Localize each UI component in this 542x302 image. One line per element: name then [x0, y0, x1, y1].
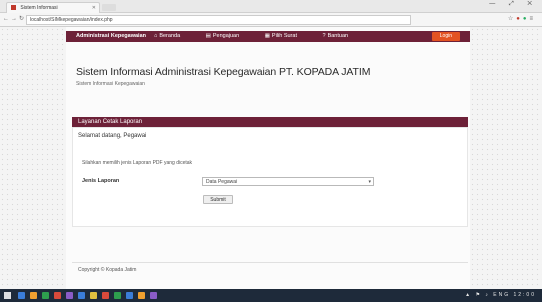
nav-buttons[interactable]: ←→↻: [3, 15, 26, 22]
nav-item-surat-label: Pilih Surat: [271, 33, 297, 39]
browser-titlebar: Sistem Informasi ✕ — ⤢ ✕: [0, 0, 542, 13]
start-icon[interactable]: [4, 292, 11, 299]
close-tab-icon[interactable]: ✕: [92, 3, 96, 13]
system-tray[interactable]: ▲ ⚑ ♪ ENG 12:00: [465, 292, 536, 298]
taskbar-app-icon[interactable]: [78, 292, 85, 299]
taskbar-app-icon[interactable]: [102, 292, 109, 299]
form-hint: Silahkan memilih jenis Laporan PDF yang …: [82, 160, 193, 166]
chevron-down-icon[interactable]: ▾: [368, 178, 371, 187]
nav-item-bantuan-label: Bantuan: [327, 33, 349, 39]
home-icon: ⌂: [154, 33, 158, 39]
print-icon: ▦: [264, 33, 270, 39]
extension-red-icon[interactable]: ●: [516, 16, 523, 22]
taskbar-app-icon[interactable]: [138, 292, 145, 299]
nav-item-bantuan[interactable]: ? Bantuan: [323, 33, 361, 39]
welcome-text: Selamat datang, Pegawai: [78, 133, 147, 139]
panel-header: Layanan Cetak Laporan: [72, 117, 468, 127]
taskbar-app-icon[interactable]: [66, 292, 73, 299]
nav-item-home[interactable]: ⌂ Beranda: [154, 33, 192, 39]
url-input[interactable]: localhost/SIMkepegawaian/index.php: [26, 15, 411, 25]
help-icon: ?: [322, 33, 326, 39]
taskbar-app-icon[interactable]: [114, 292, 121, 299]
taskbar-app-icon[interactable]: [54, 292, 61, 299]
submit-button[interactable]: Submit: [203, 195, 233, 204]
page-title: Sistem Informasi Administrasi Kepegawaia…: [76, 66, 371, 78]
login-button[interactable]: Login: [431, 32, 460, 41]
footer-divider: [72, 262, 468, 263]
window-controls[interactable]: — ⤢ ✕: [489, 1, 538, 8]
new-tab-button[interactable]: [102, 4, 116, 11]
taskbar-app-icon[interactable]: [18, 292, 25, 299]
taskbar-app-icon[interactable]: [126, 292, 133, 299]
navbar-brand[interactable]: Administrasi Kepegawaian: [76, 31, 146, 42]
site-navbar: Administrasi Kepegawaian ⌂ Beranda ▤ Penga…: [66, 31, 470, 42]
nav-item-pengajuan[interactable]: ▤ Pengajuan: [206, 33, 252, 39]
extension-icons[interactable]: ☆●●≡: [508, 15, 536, 22]
report-type-label: Jenis Laporan: [82, 178, 120, 184]
taskbar-app-icon[interactable]: [42, 292, 49, 299]
page-subtitle: Sistem Informasi Kepegawaian: [76, 81, 145, 87]
tab-title: Sistem Informasi: [20, 5, 58, 11]
forward-icon[interactable]: →: [11, 16, 19, 22]
taskbar-app-icon[interactable]: [150, 292, 157, 299]
taskbar-app-icon[interactable]: [30, 292, 37, 299]
report-type-value: Data Pegawai: [206, 179, 238, 185]
file-icon: ▤: [205, 33, 211, 39]
os-taskbar: ▲ ⚑ ♪ ENG 12:00: [0, 289, 542, 302]
reload-icon[interactable]: ↻: [19, 16, 26, 22]
favicon-icon: [11, 5, 16, 11]
nav-item-surat[interactable]: ▦ Pilih Surat: [265, 33, 309, 39]
address-bar: ←→↻ localhost/SIMkepegawaian/index.php ☆…: [0, 13, 542, 27]
navbar-menu: ⌂ Beranda ▤ Pengajuan ▦ Pilih Surat ? Bantua…: [154, 31, 372, 42]
footer-text: Copyright © Kopada Jatim: [78, 267, 137, 273]
nav-item-home-label: Beranda: [159, 33, 181, 39]
report-type-select[interactable]: Data Pegawai ▾: [202, 177, 374, 186]
nav-item-pengajuan-label: Pengajuan: [212, 33, 240, 39]
star-icon[interactable]: ☆: [508, 16, 516, 22]
taskbar-app-icon[interactable]: [90, 292, 97, 299]
menu-icon[interactable]: ≡: [529, 16, 536, 22]
browser-tab[interactable]: Sistem Informasi ✕: [6, 2, 100, 13]
back-icon[interactable]: ←: [3, 16, 11, 22]
